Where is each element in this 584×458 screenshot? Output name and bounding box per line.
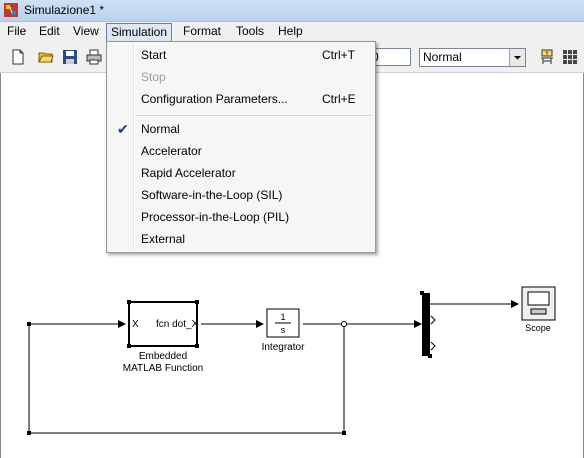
menu-separator (135, 115, 373, 117)
mode-rapid-accelerator-label: Rapid Accelerator (141, 166, 236, 180)
save-icon[interactable] (62, 49, 78, 65)
menu-item-stop[interactable]: Stop (109, 66, 373, 88)
open-folder-icon[interactable] (38, 49, 54, 65)
scope-name: Scope (525, 323, 551, 333)
mode-pil-label: Processor-in-the-Loop (PIL) (141, 210, 290, 224)
simulation-menu-dropdown: Start Ctrl+T Stop Configuration Paramete… (106, 41, 376, 253)
embedded-block-name-line1: Embedded (138, 351, 188, 362)
start-shortcut: Ctrl+T (322, 48, 355, 62)
configuration-parameters-label: Configuration Parameters... (141, 92, 288, 106)
simulation-mode-select[interactable]: Normal (419, 48, 526, 67)
menu-view[interactable]: View (69, 22, 103, 41)
menu-item-mode-sil[interactable]: Software-in-the-Loop (SIL) (109, 184, 373, 206)
scope-block[interactable] (521, 286, 556, 321)
mode-accelerator-label: Accelerator (141, 144, 202, 158)
menu-item-mode-rapid-accelerator[interactable]: Rapid Accelerator (109, 162, 373, 184)
menu-item-start[interactable]: Start Ctrl+T (109, 44, 373, 66)
title-bar: Simulazione1 * (0, 0, 584, 22)
menu-item-configuration-parameters[interactable]: Configuration Parameters... Ctrl+E (109, 88, 373, 110)
build-icon[interactable]: Y (539, 49, 555, 65)
new-file-icon[interactable] (10, 49, 26, 65)
checkmark-icon: ✔ (117, 121, 129, 137)
window-title: Simulazione1 * (24, 3, 105, 17)
menu-item-mode-pil[interactable]: Processor-in-the-Loop (PIL) (109, 206, 373, 228)
embedded-input-port-label: X (132, 319, 139, 330)
menu-edit[interactable]: Edit (35, 22, 64, 41)
print-icon[interactable] (86, 49, 102, 65)
mode-external-label: External (141, 232, 186, 246)
menu-bar: File Edit View Simulation Format Tools H… (0, 22, 584, 42)
simulation-mode-value: Normal (423, 50, 462, 64)
menu-tools[interactable]: Tools (232, 22, 268, 41)
stop-label: Stop (141, 70, 166, 84)
configuration-parameters-shortcut: Ctrl+E (322, 92, 356, 106)
menu-item-mode-normal[interactable]: ✔ Normal (109, 118, 373, 140)
library-grid-icon[interactable] (562, 49, 578, 65)
embedded-output-label: fcn dot_X (156, 319, 199, 330)
menu-simulation[interactable]: Simulation (106, 23, 173, 42)
menu-item-mode-external[interactable]: External (109, 228, 373, 250)
mux-block[interactable] (420, 291, 436, 358)
menu-help[interactable]: Help (274, 22, 307, 41)
integrator-name: Integrator (261, 342, 305, 353)
menu-file[interactable]: File (3, 22, 30, 41)
integrator-denominator: s (280, 325, 286, 335)
mode-normal-label: Normal (141, 122, 180, 136)
simulink-app-icon (4, 3, 18, 17)
start-label: Start (141, 48, 167, 62)
embedded-block-name-line2: MATLAB Function (122, 363, 204, 374)
chevron-down-icon[interactable] (509, 49, 525, 66)
mode-sil-label: Software-in-the-Loop (SIL) (141, 188, 283, 202)
menu-format[interactable]: Format (179, 22, 225, 41)
menu-item-mode-accelerator[interactable]: Accelerator (109, 140, 373, 162)
integrator-numerator: 1 (280, 312, 286, 322)
